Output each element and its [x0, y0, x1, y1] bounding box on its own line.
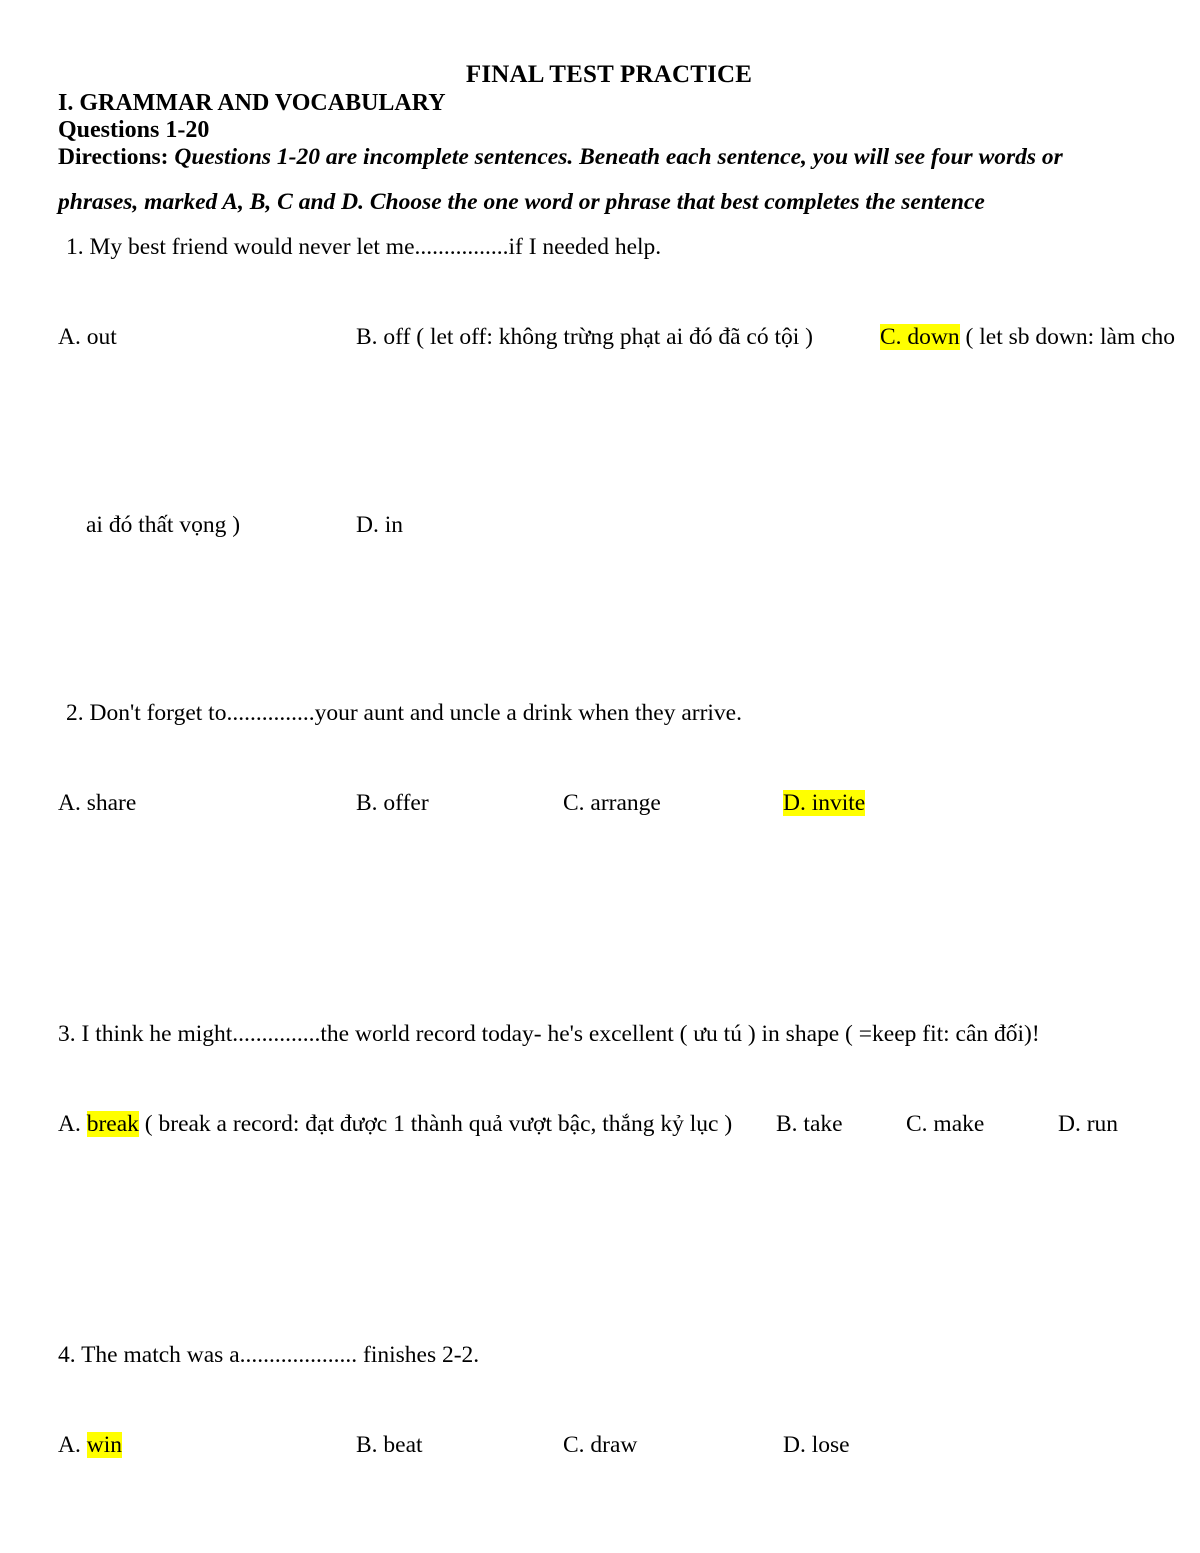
option-4-a[interactable]: A. win: [58, 1431, 122, 1458]
questions-range: Questions 1-20: [58, 117, 210, 143]
option-1-a-cont: ai đó thất vọng ): [86, 511, 241, 538]
question-stem: 4. The match was a.................... f…: [58, 1324, 1142, 1368]
answer-block: A. win B. beat C. draw D. lose A: [58, 1368, 1142, 1553]
answer-line: A. out B. off ( let off: không trừng phạ…: [58, 323, 1175, 467]
option-1-c-gloss: ( let sb down: làm cho: [959, 323, 1176, 350]
answer-block: A. out B. off ( let off: không trừng phạ…: [58, 260, 1175, 683]
directions-line-2: phrases, marked A, B, C and D. Choose th…: [58, 188, 985, 215]
option-3-d[interactable]: D. run: [1058, 1112, 1118, 1137]
option-2-a[interactable]: A. share: [58, 791, 136, 816]
option-4-c[interactable]: C. draw: [563, 1433, 637, 1458]
option-4-a-prefix: A.: [58, 1431, 87, 1458]
question-4-stem: 4. The match was a.................... f…: [58, 1342, 480, 1368]
option-4-a-highlight: win: [86, 1431, 122, 1458]
option-2-d[interactable]: D. invite: [783, 789, 866, 816]
answer-line: ai đó thất vọng ) D. in A: [58, 511, 1142, 636]
option-1-a[interactable]: A. out: [58, 325, 117, 350]
question-stem: 2. Don't forget to...............your au…: [58, 682, 1142, 726]
option-3-a-prefix: A.: [58, 1110, 87, 1137]
section-heading: I. GRAMMAR AND VOCABULARY: [58, 90, 446, 116]
answer-block: A. break ( break a record: đạt được 1 th…: [58, 1047, 1142, 1325]
directions-label: Directions:: [58, 144, 169, 170]
option-4-b[interactable]: B. beat: [356, 1433, 423, 1458]
option-1-b[interactable]: B. off ( let off: không trừng phạt ai đó…: [356, 325, 813, 350]
option-2-c[interactable]: C. arrange: [563, 791, 661, 816]
option-3-a[interactable]: A. break ( break a record: đạt được 1 th…: [58, 1110, 733, 1137]
option-4-d[interactable]: D. lose: [783, 1433, 850, 1458]
option-3-c[interactable]: C. make: [906, 1112, 984, 1137]
option-3-a-gloss: ( break a record: đạt được 1 thành quả v…: [138, 1110, 733, 1137]
option-1-d[interactable]: D. in: [356, 513, 403, 538]
answer-line: A. break ( break a record: đạt được 1 th…: [58, 1110, 1142, 1278]
directions-body-1: Questions 1-20 are incomplete sentences.…: [174, 144, 1063, 170]
option-3-a-highlight: break: [86, 1110, 139, 1137]
question-1-stem: 1. My best friend would never let me....…: [66, 234, 662, 260]
option-3-b[interactable]: B. take: [776, 1112, 843, 1137]
option-2-b[interactable]: B. offer: [356, 791, 429, 816]
answer-line: A. win B. beat C. draw D. lose A: [58, 1431, 1142, 1553]
question-3-stem: 3. I think he might...............the wo…: [58, 1021, 1040, 1047]
question-stem: 3. I think he might...............the wo…: [58, 1003, 1142, 1047]
question-2-stem: 2. Don't forget to...............your au…: [66, 700, 742, 726]
option-2-d-highlight: D. invite: [783, 789, 866, 816]
document-page: FINAL TEST PRACTICE I. GRAMMAR AND VOCAB…: [0, 0, 1200, 1553]
directions-line-1: Directions: Questions 1-20 are incomplet…: [58, 144, 1142, 170]
option-1-c-highlight: C. down: [880, 323, 960, 350]
answer-block: A. share B. offer C. arrange D. invite A: [58, 726, 1142, 1004]
option-1-c[interactable]: C. down ( let sb down: làm cho: [880, 323, 1176, 350]
question-stem: 1. My best friend would never let me....…: [58, 216, 1142, 260]
answer-line: A. share B. offer C. arrange D. invite A: [58, 789, 1142, 957]
page-title: FINAL TEST PRACTICE: [465, 61, 753, 88]
